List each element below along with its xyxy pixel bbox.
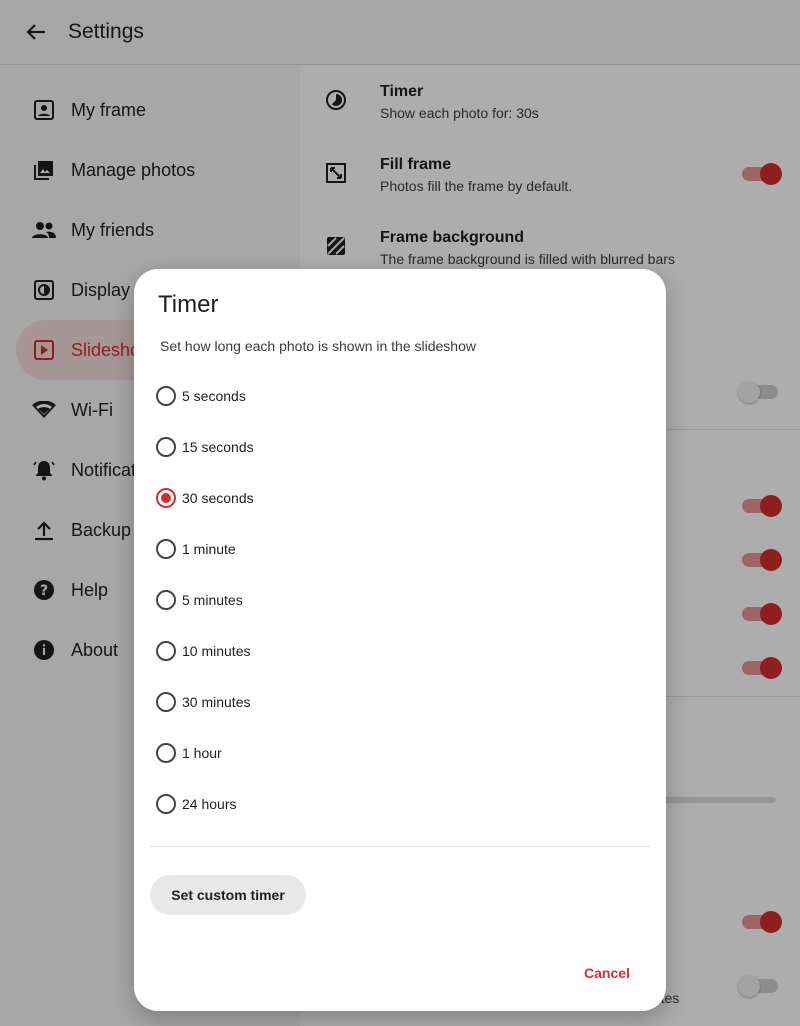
radio-button[interactable] — [156, 743, 176, 763]
option-label: 5 minutes — [182, 592, 243, 608]
dialog-subtitle: Set how long each photo is shown in the … — [160, 338, 476, 354]
radio-button[interactable] — [156, 437, 176, 457]
option-label: 30 minutes — [182, 694, 251, 710]
timer-option-5-seconds[interactable]: 5 seconds — [150, 376, 630, 416]
radio-button[interactable] — [156, 590, 176, 610]
timer-option-15-seconds[interactable]: 15 seconds — [150, 427, 630, 467]
timer-option-1-hour[interactable]: 1 hour — [150, 733, 630, 773]
timer-option-24-hours[interactable]: 24 hours — [150, 784, 630, 824]
option-label: 1 minute — [182, 541, 236, 557]
option-label: 15 seconds — [182, 439, 254, 455]
option-label: 1 hour — [182, 745, 222, 761]
radio-button[interactable] — [156, 692, 176, 712]
option-label: 24 hours — [182, 796, 237, 812]
timer-dialog: Timer Set how long each photo is shown i… — [134, 269, 666, 1011]
radio-button[interactable] — [156, 641, 176, 661]
option-label: 30 seconds — [182, 490, 254, 506]
timer-option-10-minutes[interactable]: 10 minutes — [150, 631, 630, 671]
cancel-button[interactable]: Cancel — [572, 955, 642, 991]
radio-button-selected[interactable] — [156, 488, 176, 508]
dialog-divider — [149, 846, 651, 847]
option-label: 5 seconds — [182, 388, 246, 404]
timer-option-1-minute[interactable]: 1 minute — [150, 529, 630, 569]
radio-button[interactable] — [156, 539, 176, 559]
timer-option-30-minutes[interactable]: 30 minutes — [150, 682, 630, 722]
dialog-title: Timer — [158, 291, 219, 318]
option-label: 10 minutes — [182, 643, 251, 659]
timer-option-5-minutes[interactable]: 5 minutes — [150, 580, 630, 620]
radio-button[interactable] — [156, 386, 176, 406]
timer-option-30-seconds[interactable]: 30 seconds — [150, 478, 630, 518]
set-custom-timer-button[interactable]: Set custom timer — [150, 875, 306, 915]
radio-button[interactable] — [156, 794, 176, 814]
